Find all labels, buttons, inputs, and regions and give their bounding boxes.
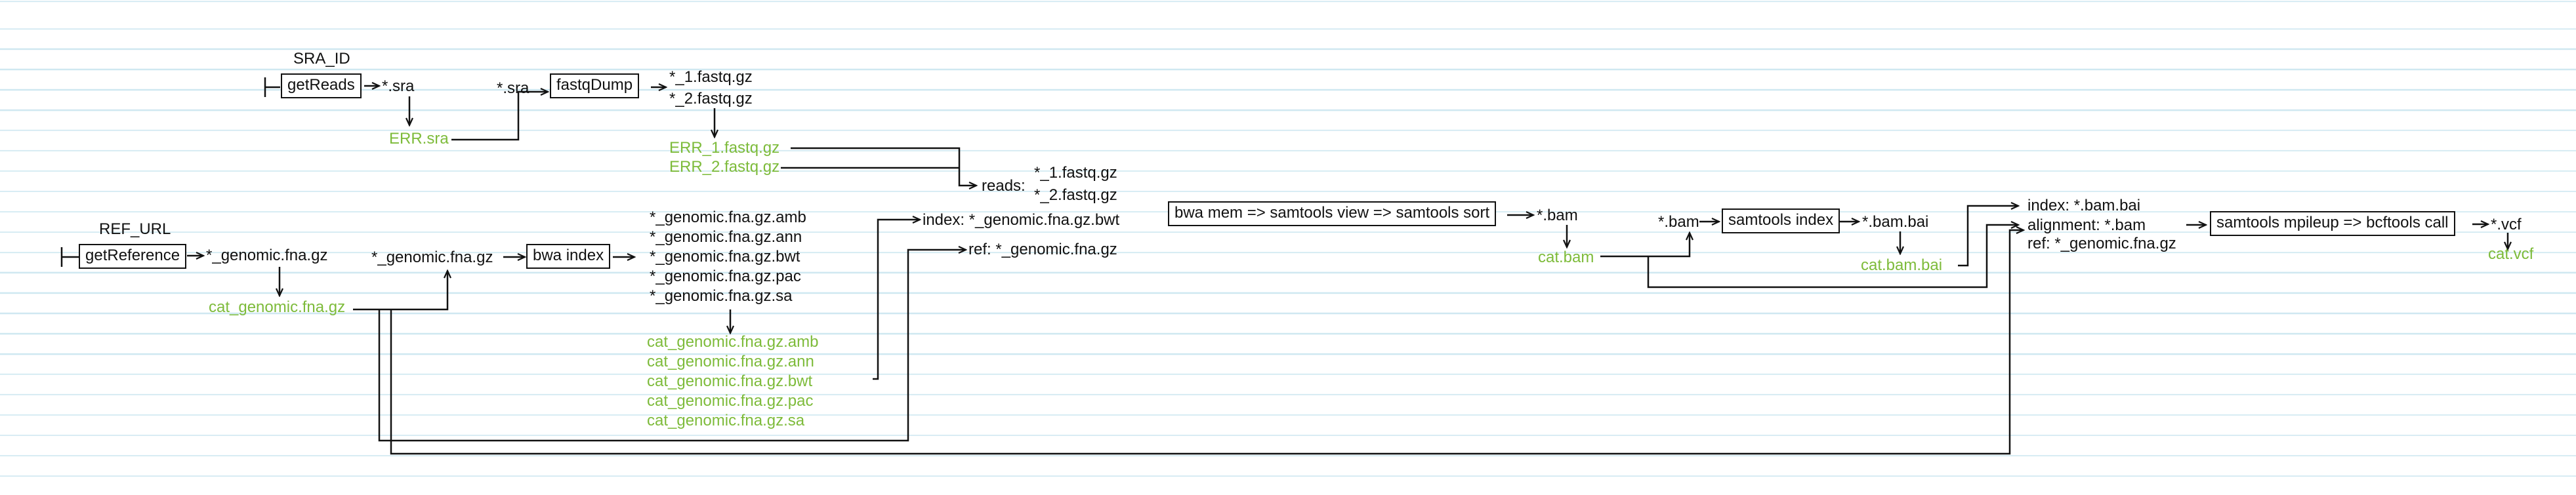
bam-output: *.bam [1537, 207, 1578, 224]
call-index-input: index: *.bam.bai [2027, 197, 2141, 214]
cat-index-pac: cat_genomic.fna.gz.pac [647, 392, 814, 410]
align-process[interactable]: bwa mem => samtools view => samtools sor… [1168, 201, 1497, 226]
line-errsra-to-fastqdump [451, 92, 548, 141]
line-fastq1-to-reads [791, 147, 976, 186]
fasta-output: *_genomic.fna.gz [206, 247, 328, 264]
connector-lines [60, 77, 2576, 455]
reads-file-1: *_1.fastq.gz [1034, 164, 1117, 182]
cat-index-bwt: cat_genomic.fna.gz.bwt [647, 372, 813, 390]
fasta-input: *_genomic.fna.gz [371, 248, 493, 266]
fastqdump-process[interactable]: fastqDump [550, 73, 640, 98]
fastq-output-1: *_1.fastq.gz [669, 68, 753, 86]
index-output-ann: *_genomic.fna.gz.ann [650, 228, 802, 246]
call-alignment-input: alignment: *.bam [2027, 216, 2146, 234]
cat-bam-published: cat.bam [1538, 248, 1594, 266]
sra-id-start-tick [264, 77, 280, 97]
cat-index-sa: cat_genomic.fna.gz.sa [647, 412, 805, 429]
index-output-amb: *_genomic.fna.gz.amb [650, 208, 806, 226]
workflow-diagram: SRA_ID getReads *.sra ERR.sra *.sra fast… [0, 0, 2576, 495]
fastq-output-2: *_2.fastq.gz [669, 90, 753, 108]
bai-output: *.bam.bai [1862, 213, 1929, 231]
index-output-bwt: *_genomic.fna.gz.bwt [650, 248, 800, 266]
cat-index-ann: cat_genomic.fna.gz.ann [647, 353, 814, 370]
getreference-process[interactable]: getReference [79, 244, 187, 269]
line-catgenomic-to-call-ref [390, 230, 2024, 455]
vcf-output: *.vcf [2491, 216, 2522, 233]
reads-file-2: *_2.fastq.gz [1034, 186, 1117, 204]
line-catgenomic-to-bwaindex [353, 271, 447, 311]
align-ref-input: ref: *_genomic.fna.gz [968, 241, 1117, 258]
reads-label: reads: [982, 177, 1026, 195]
cat-vcf-published: cat.vcf [2488, 245, 2534, 263]
sra-id-label: SRA_ID [293, 50, 350, 68]
call-process[interactable]: samtools mpileup => bcftools call [2210, 211, 2455, 236]
sra-input: *.sra [497, 79, 530, 97]
line-catbam-to-samtools-index [1600, 233, 1690, 258]
err-fastq-2-published: ERR_2.fastq.gz [669, 158, 780, 176]
err-fastq-1-published: ERR_1.fastq.gz [669, 139, 780, 157]
line-catbwt-to-align-index [873, 220, 920, 380]
line-catbam-to-call-alignment [1647, 225, 2018, 288]
ref-url-start-tick [60, 247, 79, 267]
sra-output: *.sra [382, 77, 415, 95]
samtools-index-process[interactable]: samtools index [1722, 208, 1840, 233]
index-output-sa: *_genomic.fna.gz.sa [650, 287, 793, 305]
err-sra-published: ERR.sra [389, 130, 449, 148]
call-ref-input: ref: *_genomic.fna.gz [2027, 235, 2176, 252]
bam-input: *.bam [1658, 213, 1699, 231]
ref-url-label: REF_URL [99, 220, 171, 238]
bwa-index-process[interactable]: bwa index [526, 244, 611, 269]
cat-bai-published: cat.bam.bai [1861, 256, 1943, 274]
cat-index-amb: cat_genomic.fna.gz.amb [647, 333, 819, 351]
index-output-pac: *_genomic.fna.gz.pac [650, 267, 801, 285]
align-index-input: index: *_genomic.fna.gz.bwt [923, 211, 1120, 229]
getreads-process[interactable]: getReads [281, 73, 362, 98]
cat-genomic-published: cat_genomic.fna.gz [209, 298, 346, 316]
